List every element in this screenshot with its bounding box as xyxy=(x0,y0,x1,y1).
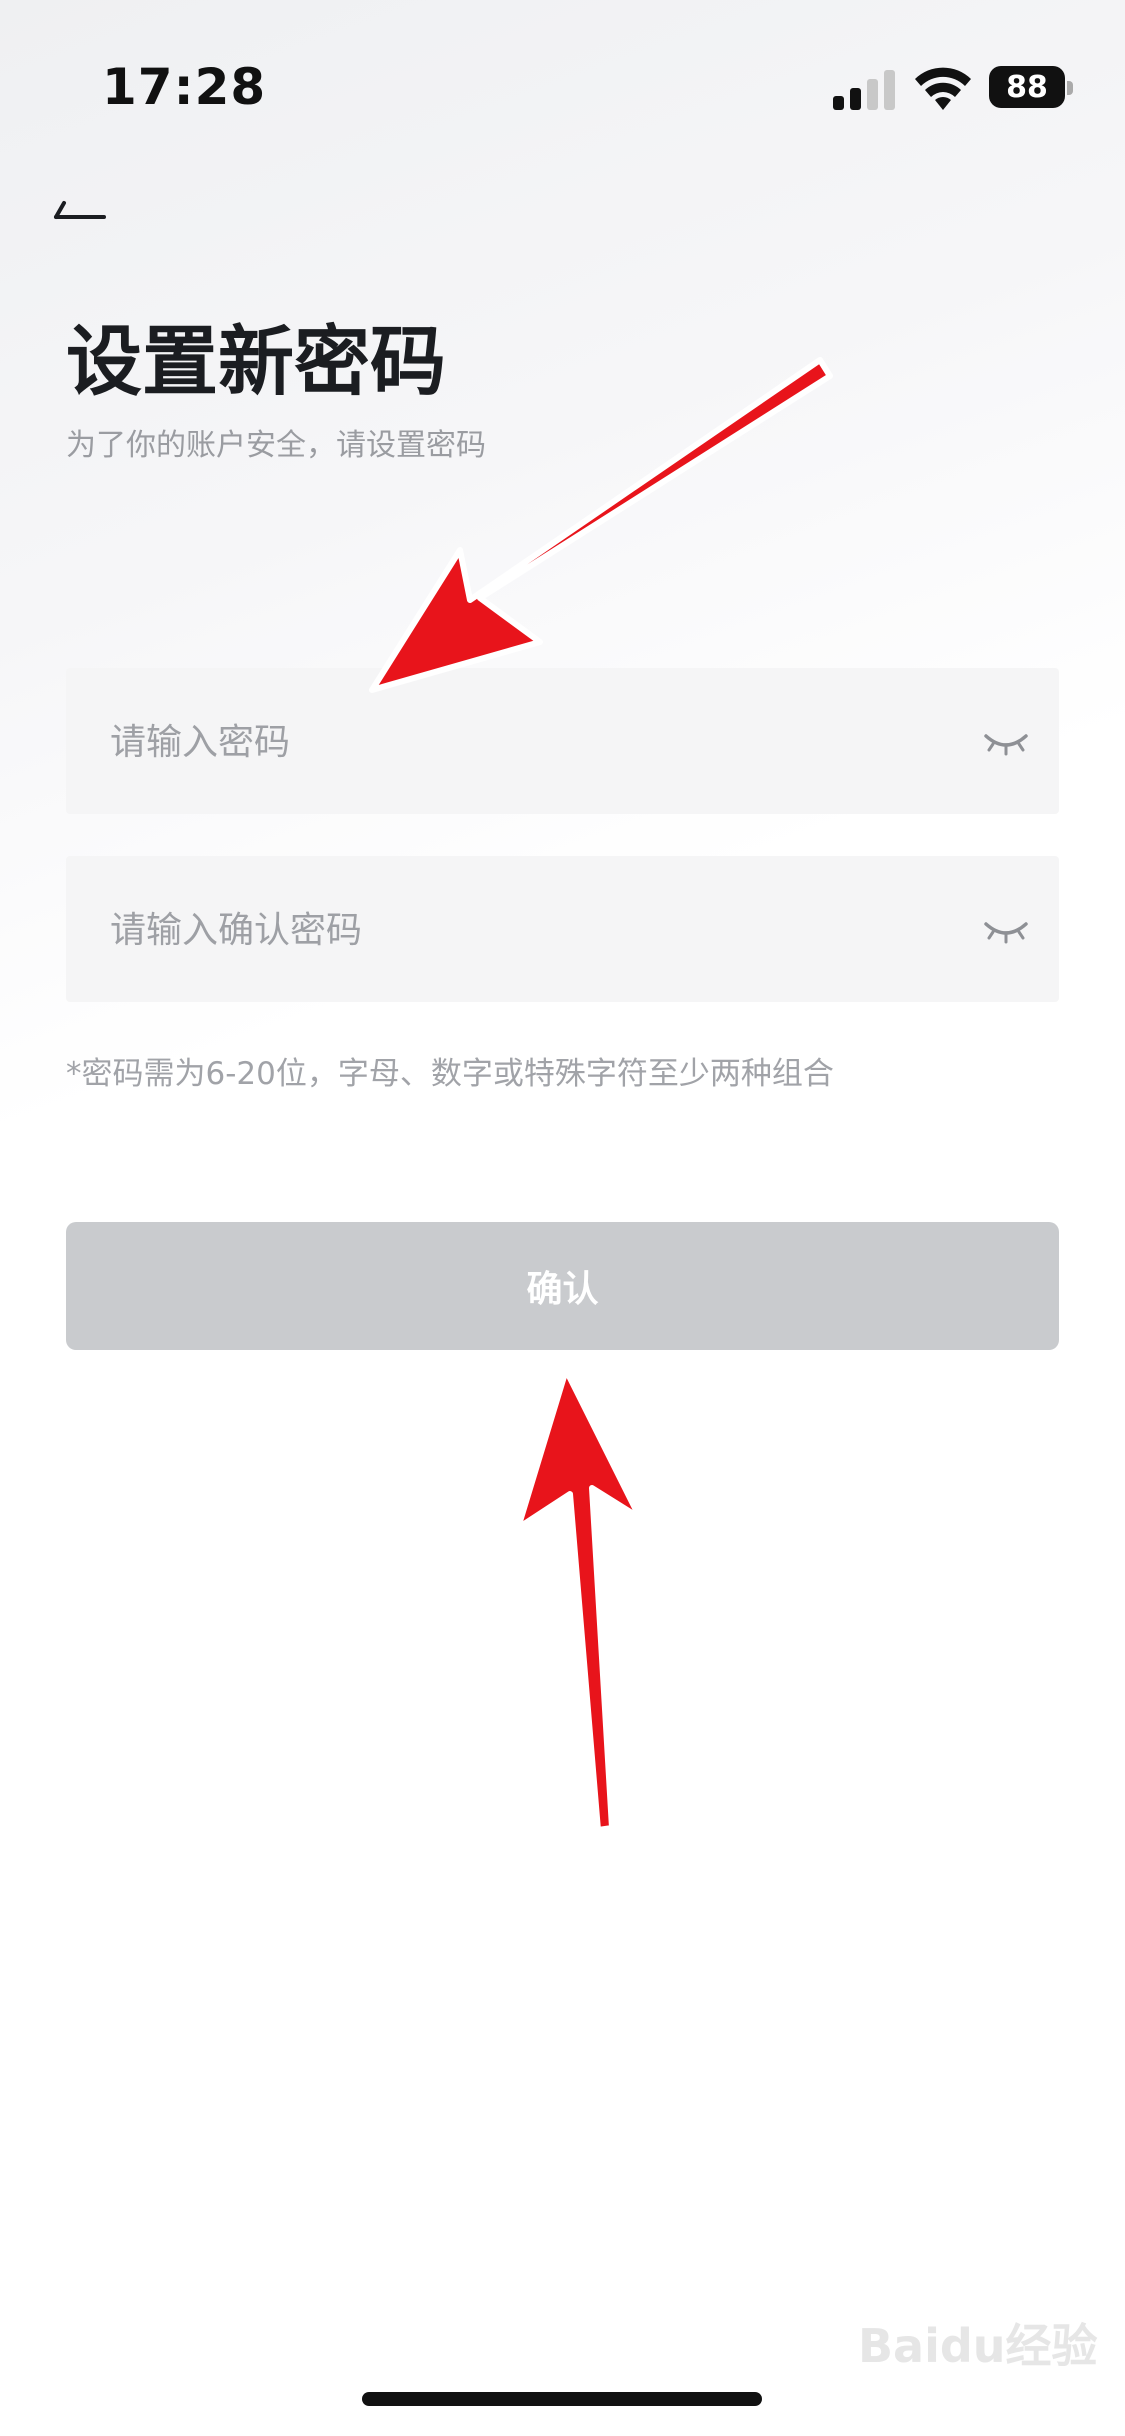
back-arrow-icon[interactable] xyxy=(50,185,110,235)
arrow-to-confirm-button xyxy=(515,1367,643,1833)
password-input[interactable] xyxy=(108,668,972,816)
battery-level: 88 xyxy=(1006,69,1048,105)
page-title: 设置新密码 xyxy=(66,317,446,406)
eye-closed-icon[interactable] xyxy=(983,912,1029,946)
page-subtitle: 为了你的账户安全，请设置密码 xyxy=(66,428,486,463)
confirm-password-field[interactable] xyxy=(66,856,1059,1004)
eye-closed-icon[interactable] xyxy=(983,724,1029,758)
home-indicator[interactable] xyxy=(362,2392,762,2406)
wifi-icon xyxy=(915,67,971,110)
password-field[interactable] xyxy=(66,668,1059,816)
confirm-password-input[interactable] xyxy=(108,856,972,1004)
confirm-button[interactable]: 确认 xyxy=(66,1222,1059,1350)
baidu-watermark: Baidu经验 xyxy=(858,2319,1098,2373)
screen: 17:28 88 设置新密码 为了你的账户安全，请设置密码 *密码需为6-20位… xyxy=(0,0,1125,2436)
battery-icon: 88 xyxy=(989,66,1073,108)
status-time: 17:28 xyxy=(102,58,267,116)
battery-nub xyxy=(1067,81,1073,95)
cellular-signal-icon xyxy=(833,70,895,110)
password-hint: *密码需为6-20位，字母、数字或特殊字符至少两种组合 xyxy=(66,1056,834,1092)
